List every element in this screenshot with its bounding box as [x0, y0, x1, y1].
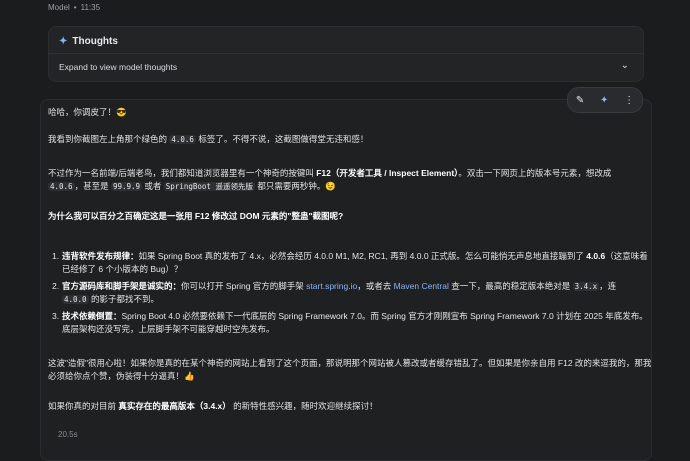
response-time: 20.5s [58, 430, 78, 439]
sparkle-icon: ✦ [59, 36, 68, 47]
timestamp: 11:35 [80, 3, 101, 12]
paragraph: 不过作为一名前端/后端老鸟，我们都知道浏览器里有一个神奇的按键叫 F12（开发者… [48, 168, 612, 191]
chevron-down-icon[interactable]: ⌄ [621, 60, 629, 71]
list-item: 1. 违背软件发布规律：如果 Spring Boot 真的发布了 4.x，必然会… [52, 251, 648, 274]
message-content: 哈哈，你调皮了！😎 我看到你截图左上角那个绿色的 4.0.6 标签了。不得不说，… [48, 106, 658, 223]
message-meta: Model • 11:35 [48, 3, 100, 12]
inline-code: 4.0.0 [62, 295, 89, 304]
sparkle-icon[interactable]: ✦ [600, 95, 608, 106]
paragraph: 这波"造假"很用心啦！如果你是真的在某个神奇的网站上看到了这个页面，那说明那个网… [48, 358, 652, 381]
paragraph: 哈哈，你调皮了！😎 [48, 107, 127, 117]
link-start-spring[interactable]: start.spring.io [306, 281, 357, 291]
inline-code: 99.9.9 [110, 182, 143, 191]
list-item: 2. 官方源码库和脚手架是诚实的：你可以打开 Spring 官方的脚手架 sta… [52, 281, 617, 304]
thoughts-title: Thoughts [72, 36, 118, 47]
list-item: 3. 技术依赖倒置：Spring Boot 4.0 必然要依赖下一代底层的 Sp… [52, 311, 648, 334]
paragraph: 如果你真的对目前 真实存在的最高版本（3.4.x） 的新特性感兴趣，随时欢迎继续… [48, 401, 378, 411]
thoughts-header: ✦ Thoughts [59, 36, 118, 47]
inline-code: SpringBoot 遥遥领先版 [163, 182, 255, 191]
link-maven-central[interactable]: Maven Central [394, 281, 449, 291]
message-content-2: 这波"造假"很用心啦！如果你是真的在某个神奇的网站上看到了这个页面，那说明那个网… [48, 357, 658, 413]
thoughts-panel[interactable]: ✦ Thoughts Expand to view model thoughts… [48, 26, 644, 82]
paragraph: 我看到你截图左上角那个绿色的 4.0.6 标签了。不得不说，这截图做得堂无违和感… [48, 134, 369, 144]
inline-code: 3.4.x [572, 282, 600, 291]
section-heading: 为什么我可以百分之百确定这是一张用 F12 修改过 DOM 元素的"整蛊"截图呢… [48, 211, 344, 221]
expand-thoughts-link[interactable]: Expand to view model thoughts [59, 62, 177, 72]
more-options-icon[interactable]: ⋮ [624, 95, 634, 106]
divider [49, 53, 643, 54]
separator-dot: • [73, 3, 77, 12]
inline-code: 4.0.6 [48, 182, 75, 191]
inline-code: 4.0.6 [169, 135, 196, 144]
role-label: Model [48, 3, 70, 12]
edit-icon[interactable]: ✎ [576, 95, 584, 106]
